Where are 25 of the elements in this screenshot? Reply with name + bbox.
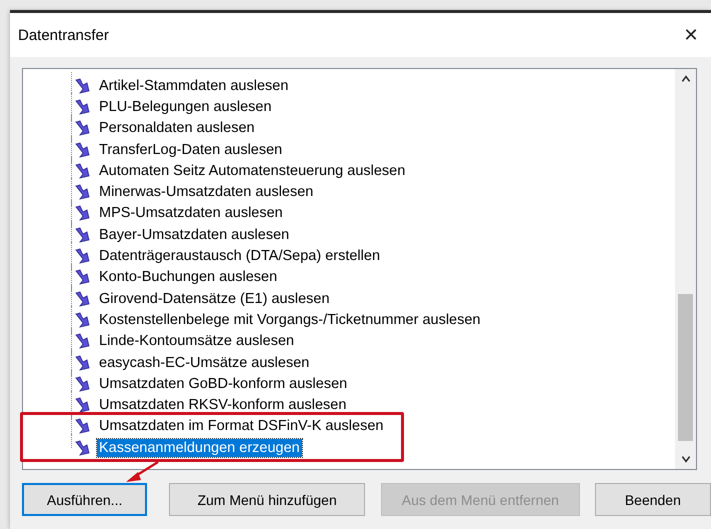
tree-item[interactable]: Bayer-Umsatzdaten auslesen [97, 226, 292, 244]
tree-item[interactable]: Girovend-Datensätze (E1) auslesen [97, 290, 332, 308]
tree-item[interactable]: Konto-Buchungen auslesen [97, 268, 280, 286]
tree-item[interactable]: Umsatzdaten GoBD-konform auslesen [97, 374, 350, 393]
dialog-button[interactable]: Beenden [594, 483, 711, 516]
tree-item[interactable]: Minerwas-Umsatzdaten auslesen [97, 183, 316, 202]
scroll-thumb[interactable] [678, 294, 693, 441]
tree-item[interactable]: Personaldaten auslesen [97, 119, 257, 138]
tree-item[interactable]: Linde-Kontoumsätze auslesen [97, 332, 296, 350]
dialog-button[interactable]: Zum Menü hinzufügen [169, 483, 365, 516]
tree-item[interactable]: Kassenanmeldungen erzeugen [97, 438, 302, 457]
tree-item[interactable]: Kostenstellenbelege mit Vorgangs-/Ticketnummer auslesen [97, 310, 482, 329]
tree-item[interactable]: Datenträgeraustausch (DTA/Sepa) erstellen [97, 247, 382, 266]
tree-item[interactable]: Umsatzdaten RKSV-konform auslesen [97, 396, 348, 414]
tree-item[interactable]: TransferLog-Daten auslesen [97, 140, 284, 159]
window-title: Datentransfer [18, 26, 109, 44]
scrollbar[interactable] [675, 69, 696, 469]
dialog-button[interactable]: Ausführen... [22, 483, 148, 516]
tree-item[interactable]: MPS-Umsatzdaten auslesen [97, 204, 285, 222]
tree-item[interactable]: easycash-EC-Umsätze auslesen [97, 354, 312, 372]
close-button[interactable]: ✕ [671, 15, 711, 55]
tree-item[interactable]: Automaten Seitz Automatensteuerung auslesen [97, 162, 408, 180]
tree-item[interactable]: Artikel-Stammdaten auslesen [97, 76, 290, 95]
tree-item[interactable]: PLU-Belegungen auslesen [97, 98, 274, 116]
tree-item[interactable]: Umsatzdaten im Format DSFinV-K auslesen [97, 417, 386, 436]
